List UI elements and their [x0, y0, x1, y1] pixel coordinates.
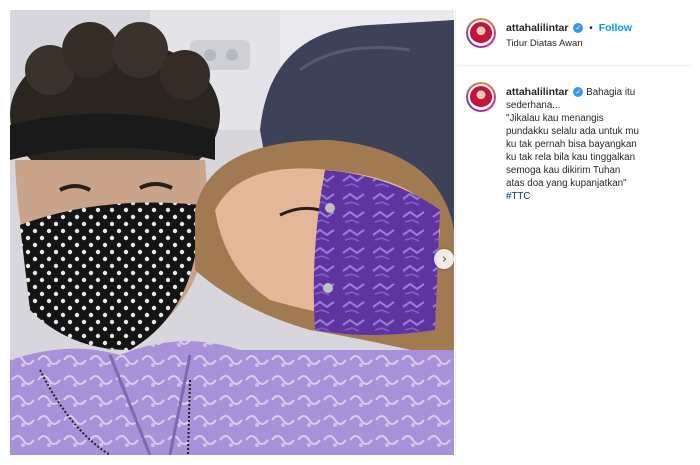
caption-text-line: sederhana...	[506, 100, 561, 111]
chevron-right-icon: ›	[441, 251, 448, 267]
verified-badge-icon: ✓	[573, 87, 584, 98]
caption-avatar[interactable]	[466, 82, 496, 112]
verified-badge-icon: ✓	[573, 23, 584, 34]
caption-text-line: "Jikalau kau menangis	[506, 113, 604, 124]
caption-username-link[interactable]: attahalilintar	[506, 86, 568, 98]
next-photo-button[interactable]: ›	[434, 249, 454, 269]
header-user-line: attahalilintar ✓ • Follow	[506, 22, 632, 34]
separator-dot: •	[589, 23, 593, 34]
caption-text-line: pundakku selalu ada untuk mu	[506, 126, 639, 137]
caption-text-line: semoga kau dikirim Tuhan	[506, 165, 621, 176]
location-link[interactable]: Tidur Diatas Awan	[506, 38, 583, 49]
couple-selfie-image	[10, 10, 454, 455]
caption-text-line: ku tak rela bila kau tinggalkan	[506, 152, 636, 163]
post-header: attahalilintar ✓ • Follow Tidur Diatas A…	[456, 10, 691, 66]
username-link[interactable]: attahalilintar	[506, 22, 568, 34]
caption-text-line: ku tak pernah bisa bayangkan	[506, 139, 637, 150]
caption-first-line: attahalilintar ✓ Bahagia itu	[506, 86, 686, 99]
caption-text-line: Bahagia itu	[586, 87, 636, 98]
hashtag-link[interactable]: #TTC	[506, 190, 686, 203]
caption-text-line: atas doa yang kupanjatkan"	[506, 178, 627, 189]
post-sidebar: attahalilintar ✓ • Follow Tidur Diatas A…	[455, 10, 691, 455]
post-photo[interactable]: ›	[10, 10, 454, 455]
instagram-post: › attahalilintar ✓ • Follow Tidur Diatas…	[0, 0, 700, 465]
post-caption: attahalilintar ✓ Bahagia itu sederhana...…	[506, 86, 686, 203]
avatar[interactable]	[466, 18, 496, 48]
follow-button[interactable]: Follow	[599, 22, 632, 34]
